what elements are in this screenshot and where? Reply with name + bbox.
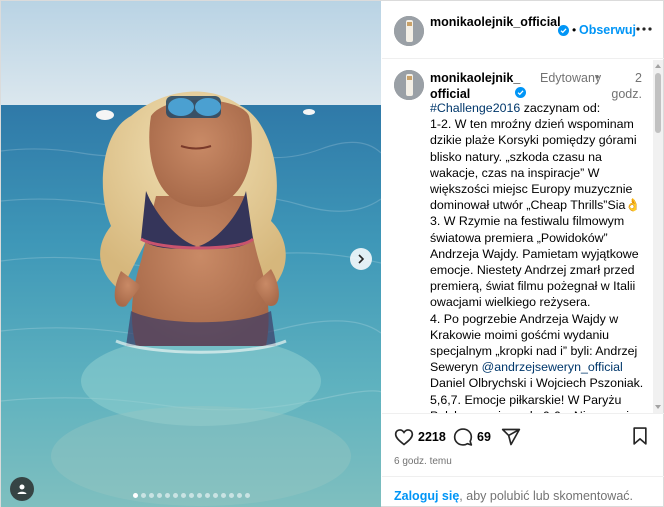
avatar[interactable] [394, 70, 424, 100]
slide-dot [164, 493, 170, 498]
verified-badge-icon [515, 87, 526, 98]
slide-dot [172, 493, 178, 498]
slide-dot [212, 493, 218, 498]
comment-icon [453, 428, 473, 446]
chevron-right-icon [358, 254, 365, 264]
caption-scrollbar[interactable] [653, 60, 663, 413]
caption-intro: zaczynam od: [520, 101, 601, 115]
caption-paragraph: 3. W Rzymie na festiwalu filmowym świato… [430, 214, 639, 310]
follow-button[interactable]: Obserwuj [579, 23, 636, 37]
post-actions: 2218 69 6 godz. temu Zaloguj się, aby po… [382, 413, 664, 507]
comment-count: 69 [477, 430, 491, 444]
post-photo[interactable] [1, 1, 381, 507]
slide-dot [244, 493, 250, 498]
slide-dot [140, 493, 146, 498]
caption-text: #Challenge2016 zaczynam od: 1-2. W ten m… [430, 100, 652, 413]
mention-link[interactable]: @andrzejseweryn_official [482, 360, 623, 374]
slide-dot [236, 493, 242, 498]
caption-username[interactable]: monikaolejnik_official [430, 70, 524, 102]
caption-area[interactable]: monikaolejnik_official Edytowany • 2 god… [382, 60, 664, 413]
scroll-up-arrow-icon[interactable] [655, 64, 661, 68]
heart-icon [394, 429, 414, 446]
instagram-post: monikaolejnik_official • Obserwuj monika… [0, 0, 664, 507]
caption-paragraph: 5,6,7. Emocje piłkarskie! W Paryżu Polsk… [430, 392, 646, 413]
slide-indicator [1, 493, 381, 498]
post-header: monikaolejnik_official • Obserwuj [382, 1, 664, 59]
hashtag-link[interactable]: #Challenge2016 [430, 101, 520, 115]
caption-separator: • [595, 70, 600, 84]
like-button[interactable]: 2218 [394, 426, 446, 448]
slide-dot [204, 493, 210, 498]
slide-dot [132, 493, 138, 498]
scroll-down-arrow-icon[interactable] [655, 405, 661, 409]
verified-badge-icon [558, 25, 569, 36]
caption-paragraph: 1-2. W ten mroźny dzień wspominam dzikie… [430, 117, 641, 213]
login-prompt: Zaloguj się, aby polubić lub skomentować… [382, 476, 664, 507]
header-username[interactable]: monikaolejnik_official [430, 15, 576, 30]
bookmark-icon[interactable] [630, 426, 650, 446]
caption-paragraph: Daniel Olbrychski i Wojciech Pszoniak. [430, 376, 644, 391]
avatar[interactable] [394, 16, 424, 46]
like-count[interactable]: 2218 [418, 430, 446, 444]
slide-dot [148, 493, 154, 498]
edited-label: Edytowany [540, 71, 602, 85]
slide-dot [156, 493, 162, 498]
paper-plane-icon [501, 428, 521, 446]
slide-dot [180, 493, 186, 498]
slide-dot [220, 493, 226, 498]
share-button[interactable] [501, 426, 521, 448]
slide-dot [196, 493, 202, 498]
login-prompt-text: , aby polubić lub skomentować. [459, 489, 634, 503]
login-link[interactable]: Zaloguj się [394, 489, 459, 503]
header-separator: • [572, 23, 577, 37]
post-sidebar: monikaolejnik_official • Obserwuj monika… [382, 1, 664, 507]
scrollbar-thumb[interactable] [655, 73, 661, 133]
post-time-ago[interactable]: 6 godz. temu [394, 456, 452, 467]
caption-timestamp[interactable]: 2 godz. [602, 70, 642, 102]
beach-photo [1, 1, 381, 507]
more-options-icon[interactable] [634, 21, 654, 37]
slide-dot [228, 493, 234, 498]
slide-dot [188, 493, 194, 498]
comment-button[interactable]: 69 [453, 426, 491, 448]
next-slide-button[interactable] [350, 248, 372, 270]
